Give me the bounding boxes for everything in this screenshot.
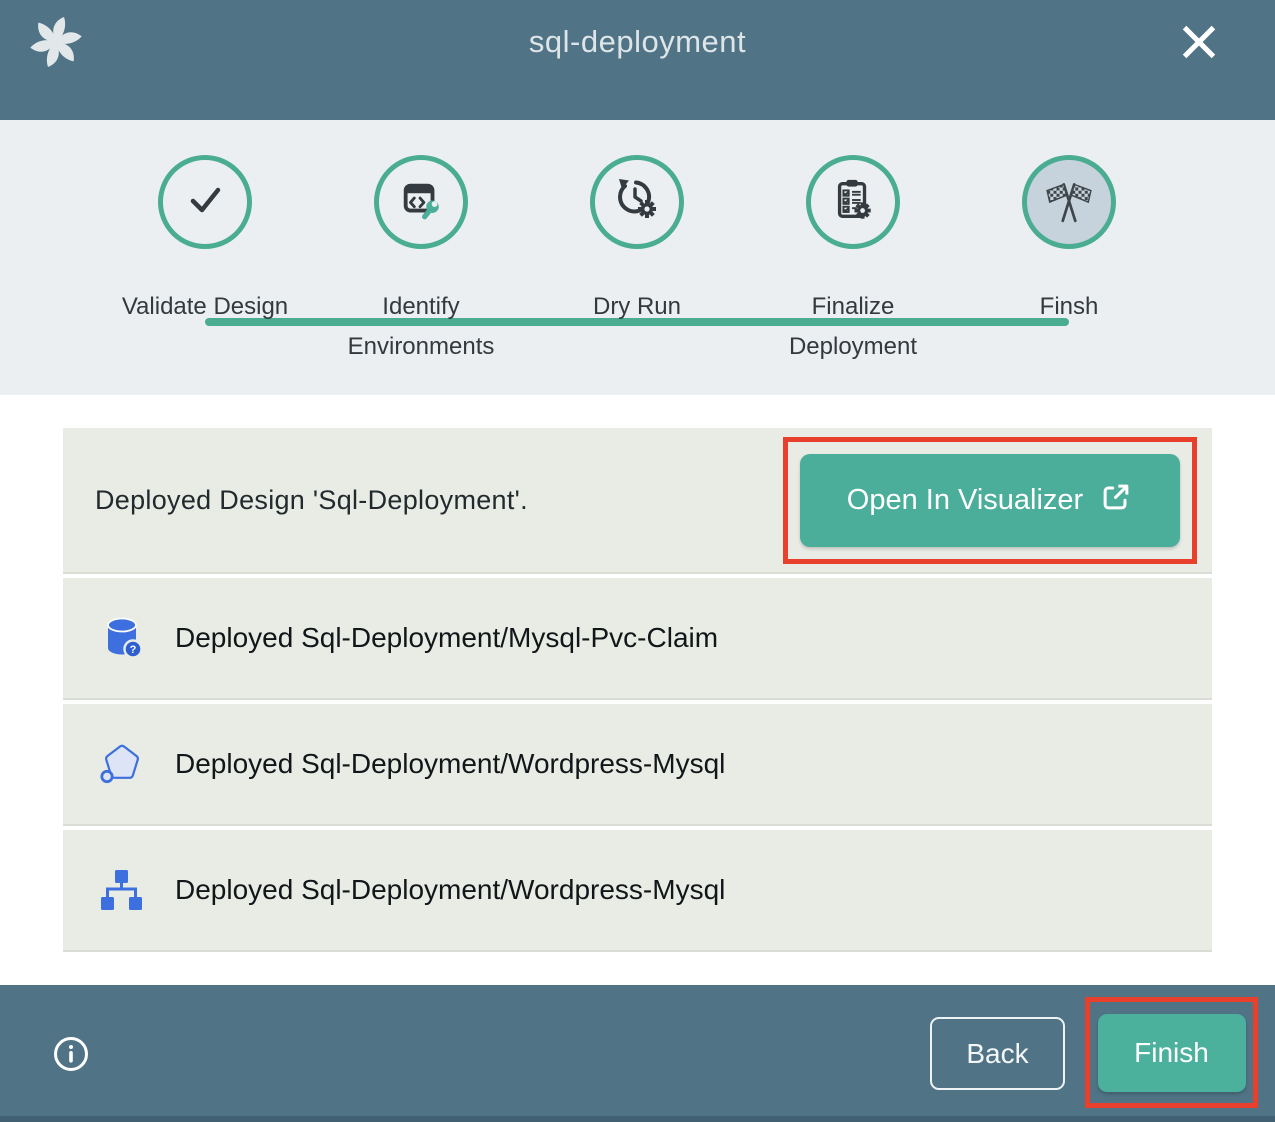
step-label: Validate Design (122, 287, 288, 327)
back-button[interactable]: Back (930, 1017, 1065, 1090)
hierarchy-icon (100, 868, 144, 912)
step-finalize-deployment: Finalize Deployment (745, 155, 961, 367)
modal-footer: Back Finish (0, 985, 1275, 1122)
result-text: Deployed Sql-Deployment/Wordpress-Mysql (175, 874, 725, 906)
open-in-visualizer-label: Open In Visualizer (847, 484, 1083, 517)
result-text: Deployed Sql-Deployment/Wordpress-Mysql (175, 748, 725, 780)
deployed-design-message: Deployed Design 'Sql-Deployment'. (95, 485, 528, 516)
database-icon: ? (100, 616, 144, 660)
close-icon (1179, 50, 1219, 65)
result-row-pvc-claim: ? Deployed Sql-Deployment/Mysql-Pvc-Clai… (63, 578, 1212, 700)
pentagon-icon (100, 742, 144, 786)
close-button[interactable] (1179, 22, 1219, 62)
deployment-results-panel: Deployed Design 'Sql-Deployment'. Open I… (63, 428, 1212, 956)
step-identify-environments: Identify Environments (313, 155, 529, 367)
step-finalize-deployment-circle[interactable] (806, 155, 900, 249)
wizard-stepper: Validate Design (0, 120, 1275, 395)
modal-title: sql-deployment (0, 24, 1275, 60)
info-icon (52, 1061, 90, 1076)
step-identify-environments-circle[interactable] (374, 155, 468, 249)
result-row-wordpress-mysql-app: Deployed Sql-Deployment/Wordpress-Mysql (63, 704, 1212, 826)
step-finish-circle[interactable] (1022, 155, 1116, 249)
step-validate-design: Validate Design (97, 155, 313, 367)
step-dry-run-circle[interactable] (590, 155, 684, 249)
result-row-wordpress-mysql-service: Deployed Sql-Deployment/Wordpress-Mysql (63, 830, 1212, 952)
step-label: Dry Run (593, 287, 681, 327)
deployed-design-row: Deployed Design 'Sql-Deployment'. Open I… (63, 428, 1212, 574)
external-link-icon (1099, 480, 1133, 522)
step-label: Identify Environments (326, 287, 516, 367)
deployment-wizard-modal: sql-deployment Validate Design (0, 0, 1275, 1122)
history-gear-icon (613, 176, 661, 229)
step-validate-design-circle[interactable] (158, 155, 252, 249)
check-icon (181, 176, 229, 229)
svg-text:?: ? (130, 644, 137, 656)
finish-button[interactable]: Finish (1098, 1014, 1246, 1092)
step-dry-run: Dry Run (529, 155, 745, 367)
step-label: Finsh (1040, 287, 1099, 327)
modal-header: sql-deployment (0, 0, 1275, 120)
step-label: Finalize Deployment (758, 287, 948, 367)
code-wrench-icon (398, 177, 444, 228)
result-text: Deployed Sql-Deployment/Mysql-Pvc-Claim (175, 622, 718, 654)
visualizer-highlight-annotation: Open In Visualizer (783, 437, 1197, 564)
info-button[interactable] (52, 1035, 90, 1073)
open-in-visualizer-button[interactable]: Open In Visualizer (800, 454, 1180, 547)
step-finish: Finsh (961, 155, 1177, 367)
checkered-flags-icon (1044, 175, 1094, 230)
finish-highlight-annotation: Finish (1085, 997, 1258, 1108)
clipboard-gear-icon (830, 177, 876, 228)
